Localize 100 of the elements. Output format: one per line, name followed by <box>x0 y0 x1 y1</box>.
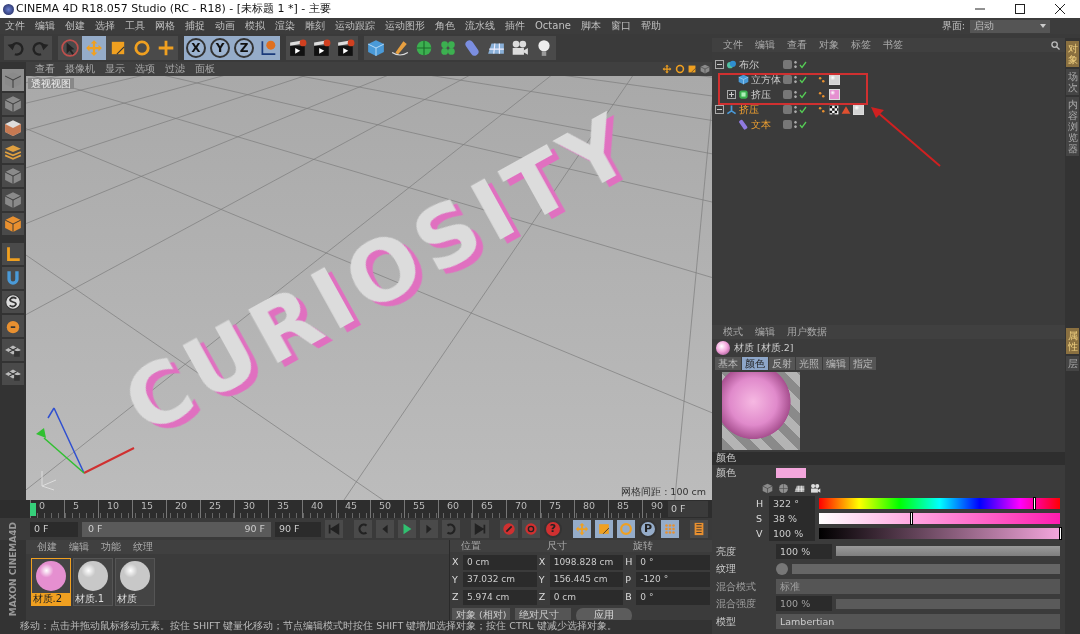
view-nav-button[interactable] <box>662 63 672 75</box>
menu-item[interactable]: 网格 <box>150 20 180 32</box>
viewport-menu-item[interactable]: 查看 <box>30 63 60 75</box>
view-nav-button[interactable] <box>687 63 697 75</box>
side-tab[interactable]: 内容浏览器 <box>1066 97 1079 156</box>
viewport-menu-item[interactable]: 显示 <box>100 63 130 75</box>
slider-handle[interactable] <box>1059 527 1062 541</box>
menu-item[interactable]: 运动图形 <box>380 20 430 32</box>
view-nav-button[interactable] <box>699 63 710 75</box>
coordinate-field[interactable]: 0 ° <box>636 589 710 605</box>
coordinate-field[interactable]: -120 ° <box>636 572 710 587</box>
attribute-tab[interactable]: 颜色 <box>741 357 768 371</box>
object-row[interactable]: 文本 <box>714 117 1065 132</box>
coordinate-field[interactable]: 5.974 cm <box>463 589 537 605</box>
material-thumbnail[interactable]: 材质.1 <box>72 558 113 606</box>
value-slider[interactable] <box>836 546 1060 557</box>
collapse-icon[interactable] <box>714 60 724 69</box>
current-frame-field[interactable]: 0 F <box>668 501 708 517</box>
mode-button[interactable] <box>2 117 24 139</box>
menu-item[interactable]: 模式 <box>718 326 748 338</box>
coordinate-field[interactable]: 0 ° <box>636 554 710 570</box>
coordinate-field[interactable]: 0 cm <box>549 589 624 605</box>
color-swatch[interactable] <box>776 467 806 478</box>
menu-item[interactable]: 用户数据 <box>782 326 832 338</box>
attribute-tab[interactable]: 编辑 <box>822 357 849 371</box>
expand-icon[interactable] <box>726 90 736 99</box>
menu-item[interactable]: Octane <box>530 20 576 32</box>
menu-item[interactable]: 书签 <box>878 39 908 51</box>
end-frame-field[interactable]: 90 F <box>275 521 321 537</box>
viewport-menu-item[interactable]: 摄像机 <box>60 63 100 75</box>
value-field[interactable]: 322 ° <box>769 496 815 512</box>
viewport-menu-item[interactable]: 面板 <box>190 63 220 75</box>
start-frame-field[interactable]: 0 F <box>30 521 78 537</box>
menu-item[interactable]: 窗口 <box>605 20 636 32</box>
menu-item[interactable]: 对象 <box>814 39 844 51</box>
material-tag[interactable] <box>828 74 840 85</box>
color-slider[interactable] <box>819 528 1060 540</box>
menu-item[interactable]: 编辑 <box>30 20 60 32</box>
axis-toggle[interactable]: Z <box>232 36 256 60</box>
coordinate-field[interactable]: 37.032 cm <box>463 572 537 587</box>
tool-button[interactable] <box>286 36 310 60</box>
mode-button[interactable] <box>2 243 24 265</box>
menu-item[interactable]: 编辑 <box>750 326 780 338</box>
material-thumbnail[interactable]: 材质 <box>114 558 155 606</box>
menu-item[interactable]: 标签 <box>846 39 876 51</box>
coordinate-field[interactable]: 1098.828 cm <box>549 554 624 570</box>
menu-item[interactable]: 文件 <box>718 39 748 51</box>
slider-handle[interactable] <box>909 512 913 526</box>
playback-button[interactable] <box>500 520 518 538</box>
color-mode-button[interactable] <box>762 482 773 495</box>
side-tab[interactable]: 属性 <box>1066 328 1079 354</box>
playback-button[interactable] <box>398 520 416 538</box>
slider-handle[interactable] <box>1033 497 1037 511</box>
material-thumbnail[interactable]: 材质.2 <box>30 558 71 606</box>
menu-item[interactable]: 角色 <box>430 20 460 32</box>
search-icon[interactable] <box>1051 39 1060 51</box>
menu-item[interactable]: 帮助 <box>635 20 666 32</box>
playhead-marker[interactable] <box>30 503 36 516</box>
mode-button[interactable] <box>2 291 24 313</box>
value-field[interactable]: 100 % <box>769 526 815 542</box>
object-row[interactable]: 立方体 <box>714 72 1065 87</box>
color-slider[interactable] <box>819 498 1060 510</box>
menu-item[interactable]: 脚本 <box>575 20 606 32</box>
menu-item[interactable]: 编辑 <box>64 541 94 553</box>
menu-item[interactable]: 插件 <box>500 20 530 32</box>
frame-range-bar[interactable]: 0 F 90 F <box>82 521 271 537</box>
object-row[interactable]: 挤压 <box>714 102 1065 117</box>
menu-item[interactable]: 流水线 <box>460 20 500 32</box>
layout-dropdown[interactable]: 启动 <box>970 19 1050 33</box>
tool-button[interactable] <box>532 36 556 60</box>
texture-menu-button[interactable] <box>776 562 788 575</box>
collapse-icon[interactable] <box>714 105 724 114</box>
material-tag[interactable] <box>852 104 864 115</box>
object-row[interactable]: 挤压 <box>714 87 1065 102</box>
menu-item[interactable]: 创建 <box>32 541 62 553</box>
playback-button[interactable] <box>690 520 708 538</box>
side-tab[interactable]: 对象 <box>1066 41 1079 67</box>
attribute-tab[interactable]: 反射 <box>768 357 795 371</box>
tool-button[interactable] <box>334 36 358 60</box>
playback-button[interactable]: P <box>639 520 657 538</box>
attribute-tab[interactable]: 基本 <box>714 357 741 371</box>
view-nav-button[interactable] <box>674 63 685 75</box>
menu-item[interactable]: 捕捉 <box>180 20 210 32</box>
menu-item[interactable]: 创建 <box>60 20 90 32</box>
timeline-ruler[interactable]: 0 5 10 15 20 25 30 35 40 45 50 55 60 65 70 75 80 85 90 <box>30 500 664 518</box>
menu-item[interactable]: 运动跟踪 <box>330 20 380 32</box>
material-tag[interactable] <box>828 89 840 100</box>
playback-button[interactable] <box>522 520 540 538</box>
menu-item[interactable]: 选择 <box>90 20 120 32</box>
axis-toggle[interactable]: Y <box>208 36 232 60</box>
color-mode-button[interactable] <box>810 482 821 495</box>
menu-item[interactable]: 动画 <box>210 20 240 32</box>
close-icon[interactable] <box>1054 3 1066 15</box>
menu-item[interactable]: 纹理 <box>128 541 158 553</box>
menu-item[interactable]: 功能 <box>96 541 126 553</box>
maximize-icon[interactable] <box>1014 3 1026 15</box>
side-tab[interactable]: 层 <box>1066 356 1079 371</box>
value-field[interactable]: 100 % <box>776 543 832 559</box>
viewport-menu-item[interactable]: 过滤 <box>160 63 190 75</box>
menu-item[interactable]: 文件 <box>0 20 30 32</box>
